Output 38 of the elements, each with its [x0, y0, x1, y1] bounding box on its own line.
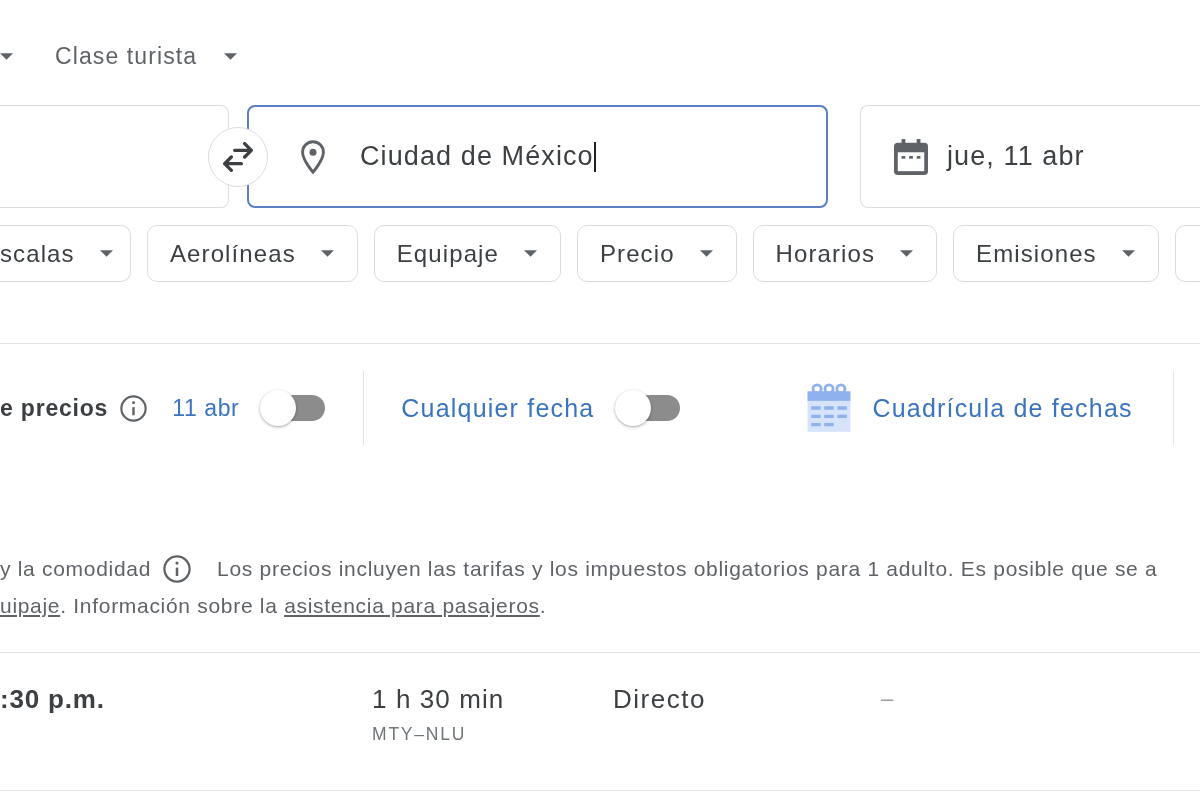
caret-icon	[523, 250, 537, 257]
filter-chip[interactable]: Precio	[576, 225, 737, 282]
table-cell-text: –	[881, 685, 894, 713]
info-icon[interactable]	[163, 554, 192, 583]
date-link[interactable]: 11 abr	[172, 394, 240, 422]
caret-icon	[99, 250, 113, 257]
swap-arrows-icon	[223, 142, 253, 172]
toggle-label: e precios	[0, 394, 109, 422]
notice-text: y la comodidad	[0, 556, 152, 581]
caret-icon	[699, 250, 713, 257]
text-link[interactable]: uipaje	[0, 594, 61, 617]
destination-field[interactable]: Ciudad de México	[247, 105, 828, 208]
filter-chip[interactable]: Aerolíneas	[147, 225, 358, 282]
caret-icon	[224, 52, 238, 60]
flight-duration: 1 h 30 min	[372, 684, 505, 714]
date-grid-button[interactable]: Cuadrícula de fechas	[806, 383, 1133, 433]
calendar-icon	[894, 138, 928, 175]
flight-stops: Directo	[613, 684, 706, 714]
text-cursor	[593, 141, 596, 172]
notice-text: uipaje. Información sobre la asistencia para pasajeros.	[0, 593, 547, 619]
calendar-grid-icon	[806, 383, 853, 433]
notice-text: Los precios incluyen las tarifas y los impuestos obligatorios para 1 adulto. Es posible que se a	[217, 556, 1158, 581]
caret-icon	[1121, 250, 1135, 257]
filter-chip[interactable]: Horarios	[752, 225, 938, 282]
date-field[interactable]: jue, 11 abr	[860, 105, 1200, 208]
caret-icon	[900, 250, 914, 257]
location-pin-icon	[301, 139, 325, 174]
text-link[interactable]: asistencia para pasajeros	[284, 594, 540, 617]
flight-times: :30 p.m.	[0, 684, 105, 714]
filter-chip[interactable]: scalas	[0, 225, 131, 282]
info-icon[interactable]	[120, 394, 148, 422]
toggle-label: Cualquier fecha	[401, 393, 595, 423]
cabin-class-dropdown[interactable]: Clase turista	[55, 36, 238, 76]
filter-chip[interactable]: Equipaje	[373, 225, 561, 282]
filter-chip[interactable]: Emisiones	[953, 225, 1159, 282]
caret-icon[interactable]	[0, 52, 13, 60]
flight-route: MTY–NLU	[372, 724, 467, 745]
caret-icon	[320, 250, 334, 257]
